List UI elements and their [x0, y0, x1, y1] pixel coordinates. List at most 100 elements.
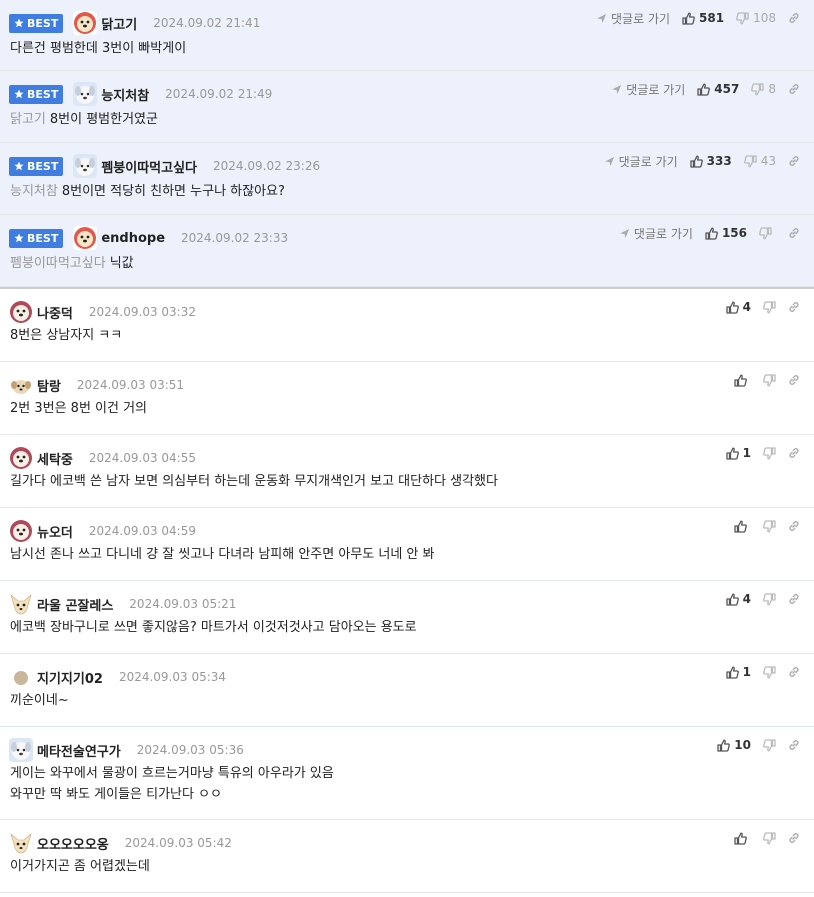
- comment-header: 라울 곤잘레스 2024.09.03 05:21: [9, 593, 236, 615]
- comment-actions: 댓글로 가기 581 108: [596, 10, 800, 26]
- downvote-button[interactable]: [763, 373, 776, 387]
- comment-actions: 1: [714, 664, 800, 680]
- comment-header: 오오오오오옹 2024.09.03 05:42: [9, 832, 232, 854]
- downvote-button[interactable]: 8: [751, 82, 776, 96]
- downvote-button[interactable]: [763, 665, 776, 679]
- link-icon[interactable]: [788, 593, 800, 605]
- nickname[interactable]: 지기지기02: [37, 668, 103, 687]
- nickname[interactable]: 능지처참: [101, 85, 149, 104]
- goto-comment-button[interactable]: 댓글로 가기: [596, 10, 670, 27]
- upvote-button[interactable]: 581: [682, 11, 724, 25]
- avatar[interactable]: [9, 519, 33, 543]
- comment-body: 이거가지곤 좀 어렵겠는데: [10, 859, 150, 874]
- reply-target[interactable]: 능지처참: [10, 184, 58, 199]
- nickname[interactable]: 나중덕: [37, 303, 73, 322]
- avatar[interactable]: [73, 154, 98, 178]
- comment: 지기지기02 2024.09.03 05:34 끼순이네~ 1: [0, 654, 814, 727]
- comment-header: BEST 펨붕이따먹고싶다 2024.09.02 23:26: [9, 154, 320, 178]
- nickname[interactable]: 뉴오더: [37, 522, 73, 541]
- comment-actions: 1: [714, 445, 800, 461]
- thumbs-up-icon: [725, 666, 739, 679]
- upvote-count: 4: [742, 300, 751, 314]
- link-icon[interactable]: [788, 374, 800, 386]
- link-icon[interactable]: [788, 666, 800, 678]
- upvote-button[interactable]: 156: [705, 226, 747, 240]
- comment: 메타전술연구가 2024.09.03 05:36 게이는 와꾸에서 물광이 흐르는거…: [0, 727, 814, 820]
- comment: 탐랑 2024.09.03 03:51 2번 3번은 8번 이건 거의: [0, 362, 814, 435]
- nickname[interactable]: 오오오오오옹: [37, 834, 109, 853]
- upvote-count: 1: [742, 665, 751, 679]
- downvote-button[interactable]: [763, 446, 776, 460]
- link-icon[interactable]: [788, 227, 800, 239]
- downvote-button[interactable]: 108: [736, 11, 776, 25]
- downvote-button[interactable]: [759, 226, 776, 240]
- upvote-button[interactable]: 10: [717, 738, 751, 752]
- avatar[interactable]: [9, 831, 33, 855]
- link-icon[interactable]: [788, 155, 800, 167]
- downvote-button[interactable]: [763, 831, 776, 845]
- link-icon[interactable]: [788, 739, 800, 751]
- downvote-button[interactable]: 43: [743, 154, 776, 168]
- thumbs-down-icon: [763, 519, 776, 533]
- goto-comment-button[interactable]: 댓글로 가기: [611, 81, 685, 98]
- nickname[interactable]: 세탁중: [37, 449, 73, 468]
- upvote-button[interactable]: 1: [725, 446, 751, 460]
- comment-text: 8번이면 적당히 친하면 누구나 하잖아요?: [61, 184, 285, 199]
- link-icon[interactable]: [788, 447, 800, 459]
- timestamp: 2024.09.03 05:34: [118, 670, 227, 684]
- timestamp: 2024.09.03 03:32: [88, 305, 196, 319]
- upvote-button[interactable]: 4: [725, 592, 751, 606]
- upvote-button[interactable]: [734, 374, 751, 387]
- reply-target[interactable]: 펨붕이따먹고싶다: [10, 256, 106, 271]
- timestamp: 2024.09.03 05:21: [129, 597, 237, 611]
- upvote-count: 10: [734, 738, 751, 752]
- reply-target[interactable]: 닭고기: [10, 112, 46, 127]
- downvote-button[interactable]: [763, 592, 776, 606]
- link-icon[interactable]: [788, 83, 800, 95]
- goto-comment-button[interactable]: 댓글로 가기: [619, 225, 693, 242]
- link-icon[interactable]: [788, 301, 800, 313]
- upvote-button[interactable]: 457: [697, 82, 739, 96]
- nickname[interactable]: 라울 곤잘레스: [37, 595, 113, 614]
- upvote-count: 333: [706, 154, 732, 168]
- nickname[interactable]: 닭고기: [101, 14, 137, 33]
- nickname[interactable]: 탐랑: [37, 376, 61, 395]
- nickname[interactable]: endhope: [101, 231, 165, 246]
- timestamp: 2024.09.03 03:51: [76, 378, 185, 392]
- upvote-button[interactable]: [734, 520, 751, 533]
- comment-actions: [722, 830, 800, 846]
- best-badge-label: BEST: [27, 231, 59, 245]
- link-icon[interactable]: [788, 832, 800, 844]
- avatar[interactable]: [73, 11, 98, 35]
- avatar[interactable]: [73, 226, 98, 250]
- thumbs-up-icon: [697, 83, 711, 96]
- avatar[interactable]: [9, 300, 33, 324]
- avatar[interactable]: [9, 592, 33, 616]
- comment-actions: 댓글로 가기 457 8: [611, 81, 800, 97]
- comment-actions: 4: [714, 591, 800, 607]
- avatar[interactable]: [9, 373, 33, 397]
- upvote-button[interactable]: [734, 832, 751, 845]
- comment-header: BEST endhope 2024.09.02 23:33: [9, 226, 288, 250]
- avatar[interactable]: [9, 665, 33, 689]
- avatar[interactable]: [73, 82, 98, 106]
- comment-body: 남시선 존나 쓰고 다니네 걍 잘 씻고나 다녀라 남피해 안주면 아무도 너네…: [10, 547, 435, 562]
- link-icon[interactable]: [788, 12, 800, 24]
- goto-comment-button[interactable]: 댓글로 가기: [604, 153, 678, 170]
- comment-body: 능지처참 8번이면 적당히 친하면 누구나 하잖아요?: [10, 181, 285, 202]
- upvote-button[interactable]: 1: [725, 665, 751, 679]
- upvote-button[interactable]: 333: [690, 154, 732, 168]
- link-icon[interactable]: [788, 520, 800, 532]
- upvote-button[interactable]: 4: [725, 300, 751, 314]
- downvote-button[interactable]: [763, 738, 776, 752]
- avatar[interactable]: [9, 446, 33, 470]
- downvote-button[interactable]: [763, 300, 776, 314]
- best-badge-label: BEST: [27, 87, 59, 101]
- downvote-button[interactable]: [763, 519, 776, 533]
- timestamp: 2024.09.03 04:55: [88, 451, 196, 465]
- nickname[interactable]: 펨붕이따먹고싶다: [101, 157, 197, 176]
- thumbs-down-icon: [763, 831, 776, 845]
- avatar[interactable]: [9, 738, 33, 762]
- comment-body: 닭고기 8번이 평범한거였군: [10, 109, 158, 130]
- nickname[interactable]: 메타전술연구가: [37, 741, 121, 760]
